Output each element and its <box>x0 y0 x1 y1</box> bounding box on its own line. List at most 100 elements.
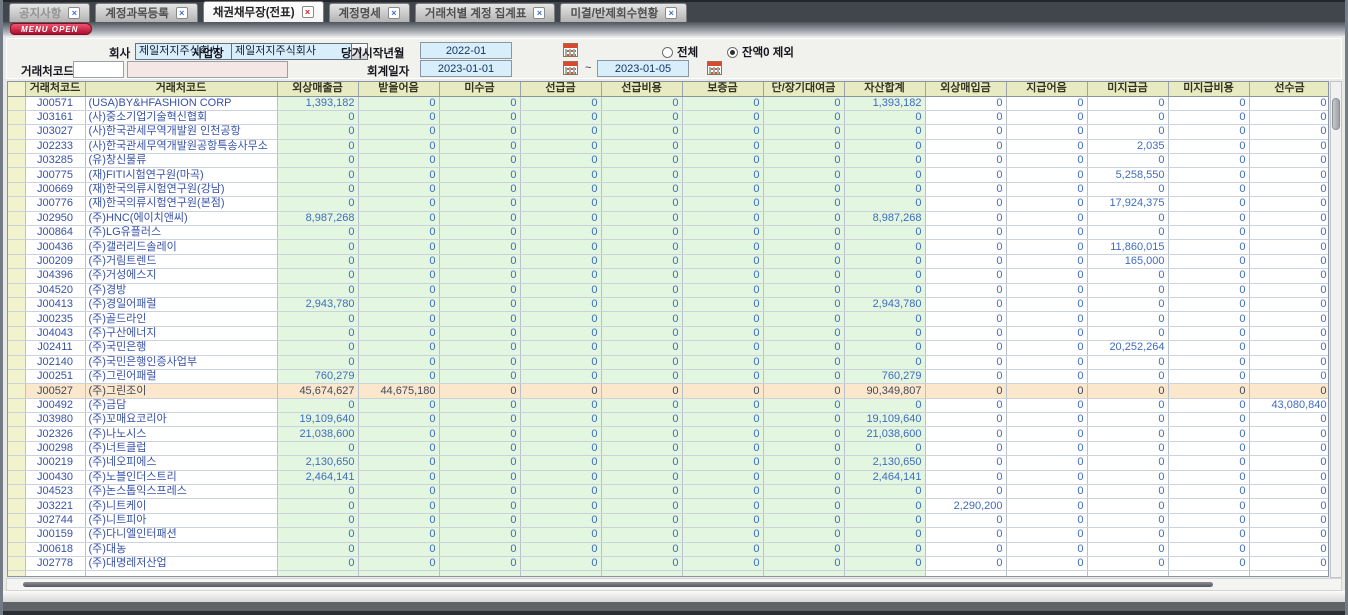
amount-cell[interactable]: 0 <box>358 182 439 196</box>
vendor-name-cell[interactable]: (사)한국관세무역개발원 인천공항 <box>85 125 277 139</box>
amount-cell[interactable]: 0 <box>520 110 601 124</box>
amount-cell[interactable]: 0 <box>925 413 1006 427</box>
amount-cell[interactable]: 19,109,640 <box>844 413 925 427</box>
table-row[interactable]: J00669(재)한국의류시험연구원(강남)0000000000000 <box>8 182 1329 196</box>
date-to-input[interactable] <box>597 60 689 77</box>
amount-cell[interactable]: 0 <box>1249 413 1329 427</box>
amount-cell[interactable]: 0 <box>601 441 682 455</box>
table-row[interactable]: J00251(주)그린어패럴760,279000000760,27900000 <box>8 369 1329 383</box>
amount-cell[interactable]: 0 <box>520 326 601 340</box>
amount-cell[interactable]: 0 <box>763 513 844 527</box>
amount-cell[interactable]: 0 <box>520 528 601 542</box>
vendor-code-cell[interactable]: J00618 <box>25 542 85 556</box>
amount-cell[interactable]: 0 <box>763 470 844 484</box>
amount-cell[interactable]: 0 <box>601 485 682 499</box>
amount-cell[interactable]: 0 <box>925 297 1006 311</box>
amount-cell[interactable]: 0 <box>520 441 601 455</box>
amount-cell[interactable]: 0 <box>358 312 439 326</box>
table-row[interactable]: J00864(주)LG유플러스0000000000000 <box>8 226 1329 240</box>
amount-cell[interactable]: 0 <box>925 96 1006 110</box>
amount-cell[interactable]: 0 <box>1087 125 1168 139</box>
table-row[interactable]: J04043(주)구산에너지0000000000000 <box>8 326 1329 340</box>
amount-cell[interactable] <box>439 571 520 577</box>
vendor-name-cell[interactable]: (주)니트케이 <box>85 499 277 513</box>
amount-cell[interactable]: 0 <box>682 542 763 556</box>
scope-radio-all[interactable]: 전체 <box>662 44 698 60</box>
amount-cell[interactable]: 0 <box>1249 326 1329 340</box>
table-row[interactable]: J04520(주)경방0000000000000 <box>8 283 1329 297</box>
amount-cell[interactable]: 0 <box>1249 427 1329 441</box>
amount-cell[interactable]: 0 <box>358 341 439 355</box>
amount-cell[interactable]: 0 <box>439 542 520 556</box>
amount-cell[interactable]: 0 <box>1087 283 1168 297</box>
table-row[interactable]: J04523(주)논스톱익스프레스0000000000000 <box>8 485 1329 499</box>
vendor-name-cell[interactable]: (주)골드라인 <box>85 312 277 326</box>
amount-cell[interactable] <box>925 571 1006 577</box>
amount-cell[interactable]: 0 <box>439 355 520 369</box>
amount-cell[interactable]: 0 <box>844 283 925 297</box>
amount-cell[interactable]: 0 <box>1168 456 1249 470</box>
amount-cell[interactable]: 165,000 <box>1087 254 1168 268</box>
calendar-icon[interactable] <box>707 61 722 75</box>
amount-cell[interactable]: 0 <box>763 369 844 383</box>
amount-cell[interactable]: 0 <box>925 154 1006 168</box>
amount-cell[interactable]: 0 <box>520 398 601 412</box>
amount-cell[interactable]: 0 <box>1168 355 1249 369</box>
amount-cell[interactable]: 0 <box>1168 211 1249 225</box>
amount-cell[interactable]: 0 <box>1006 413 1087 427</box>
amount-cell[interactable]: 0 <box>601 456 682 470</box>
amount-cell[interactable]: 0 <box>520 269 601 283</box>
amount-cell[interactable]: 45,674,627 <box>277 384 358 398</box>
vendor-code-cell[interactable]: J00669 <box>25 182 85 196</box>
amount-cell[interactable]: 0 <box>601 369 682 383</box>
amount-cell[interactable]: 0 <box>1249 110 1329 124</box>
vendor-name-cell[interactable]: (주)구산에너지 <box>85 326 277 340</box>
amount-cell[interactable]: 0 <box>601 168 682 182</box>
vendor-code-cell[interactable]: J04043 <box>25 326 85 340</box>
row-selector-cell[interactable] <box>8 211 25 225</box>
amount-cell[interactable]: 0 <box>682 398 763 412</box>
amount-cell[interactable]: 0 <box>682 254 763 268</box>
tab-close-icon[interactable]: × <box>176 7 188 19</box>
row-selector-cell[interactable] <box>8 254 25 268</box>
column-header[interactable]: 미수금 <box>439 82 520 96</box>
amount-cell[interactable]: 0 <box>1087 427 1168 441</box>
amount-cell[interactable]: 0 <box>1249 197 1329 211</box>
vendor-code-cell[interactable]: J00775 <box>25 168 85 182</box>
tab[interactable]: 계정과목등록× <box>95 3 197 22</box>
amount-cell[interactable]: 0 <box>1087 369 1168 383</box>
amount-cell[interactable]: 0 <box>1006 139 1087 153</box>
amount-cell[interactable]: 0 <box>1168 283 1249 297</box>
row-selector-cell[interactable] <box>8 312 25 326</box>
row-selector-cell[interactable] <box>8 427 25 441</box>
amount-cell[interactable]: 0 <box>844 499 925 513</box>
amount-cell[interactable]: 0 <box>277 485 358 499</box>
amount-cell[interactable]: 0 <box>358 413 439 427</box>
calendar-icon[interactable] <box>563 43 578 57</box>
amount-cell[interactable]: 0 <box>1249 168 1329 182</box>
amount-cell[interactable]: 0 <box>439 341 520 355</box>
amount-cell[interactable]: 0 <box>1087 470 1168 484</box>
amount-cell[interactable]: 0 <box>601 470 682 484</box>
amount-cell[interactable] <box>520 571 601 577</box>
amount-cell[interactable]: 0 <box>682 499 763 513</box>
amount-cell[interactable]: 0 <box>1087 297 1168 311</box>
table-row[interactable]: J04396(주)거성에스지0000000000000 <box>8 269 1329 283</box>
vendor-code-cell[interactable]: J04523 <box>25 485 85 499</box>
amount-cell[interactable]: 0 <box>925 513 1006 527</box>
amount-cell[interactable]: 2,943,780 <box>844 297 925 311</box>
amount-cell[interactable]: 0 <box>1168 154 1249 168</box>
amount-cell[interactable]: 0 <box>925 470 1006 484</box>
amount-cell[interactable]: 0 <box>277 326 358 340</box>
amount-cell[interactable]: 0 <box>1249 154 1329 168</box>
amount-cell[interactable]: 0 <box>601 427 682 441</box>
amount-cell[interactable] <box>682 571 763 577</box>
amount-cell[interactable]: 0 <box>1249 182 1329 196</box>
amount-cell[interactable]: 0 <box>682 226 763 240</box>
amount-cell[interactable]: 21,038,600 <box>844 427 925 441</box>
amount-cell[interactable]: 0 <box>763 413 844 427</box>
amount-cell[interactable]: 0 <box>277 441 358 455</box>
amount-cell[interactable]: 0 <box>1168 398 1249 412</box>
amount-cell[interactable]: 0 <box>682 197 763 211</box>
amount-cell[interactable]: 0 <box>1168 485 1249 499</box>
